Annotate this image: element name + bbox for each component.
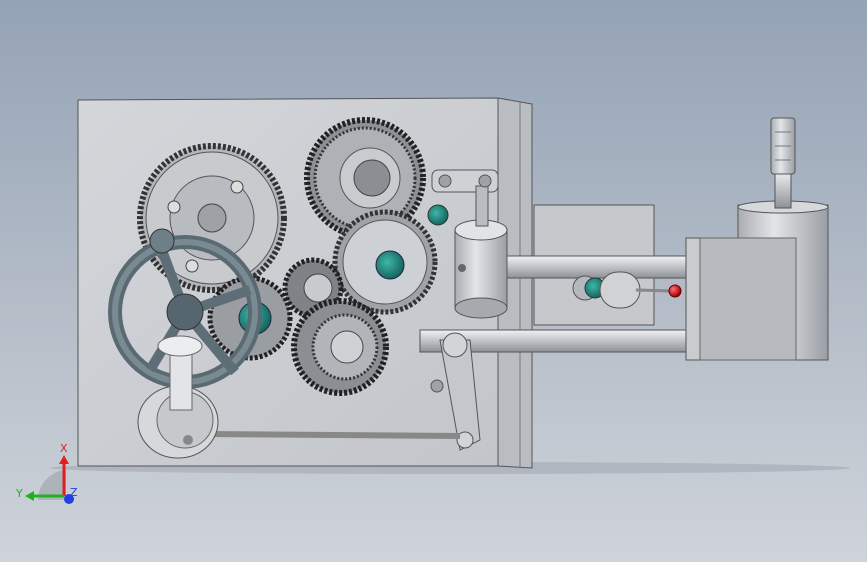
z-axis-label: Z (70, 486, 78, 499)
gear-large-left[interactable] (137, 143, 287, 293)
x-axis-label: X (60, 442, 68, 455)
gear-lower[interactable] (291, 298, 389, 396)
3d-viewport[interactable]: X Y Z (0, 0, 867, 562)
top-handle[interactable] (770, 117, 796, 209)
coordinate-triad (25, 455, 74, 504)
cad-model[interactable] (0, 0, 867, 562)
y-axis-label: Y (16, 487, 23, 500)
gear-middle[interactable] (332, 209, 438, 315)
cam-cylinder[interactable] (454, 219, 508, 319)
red-ball-knob[interactable] (668, 284, 682, 298)
cylinder-housing[interactable] (685, 117, 829, 361)
